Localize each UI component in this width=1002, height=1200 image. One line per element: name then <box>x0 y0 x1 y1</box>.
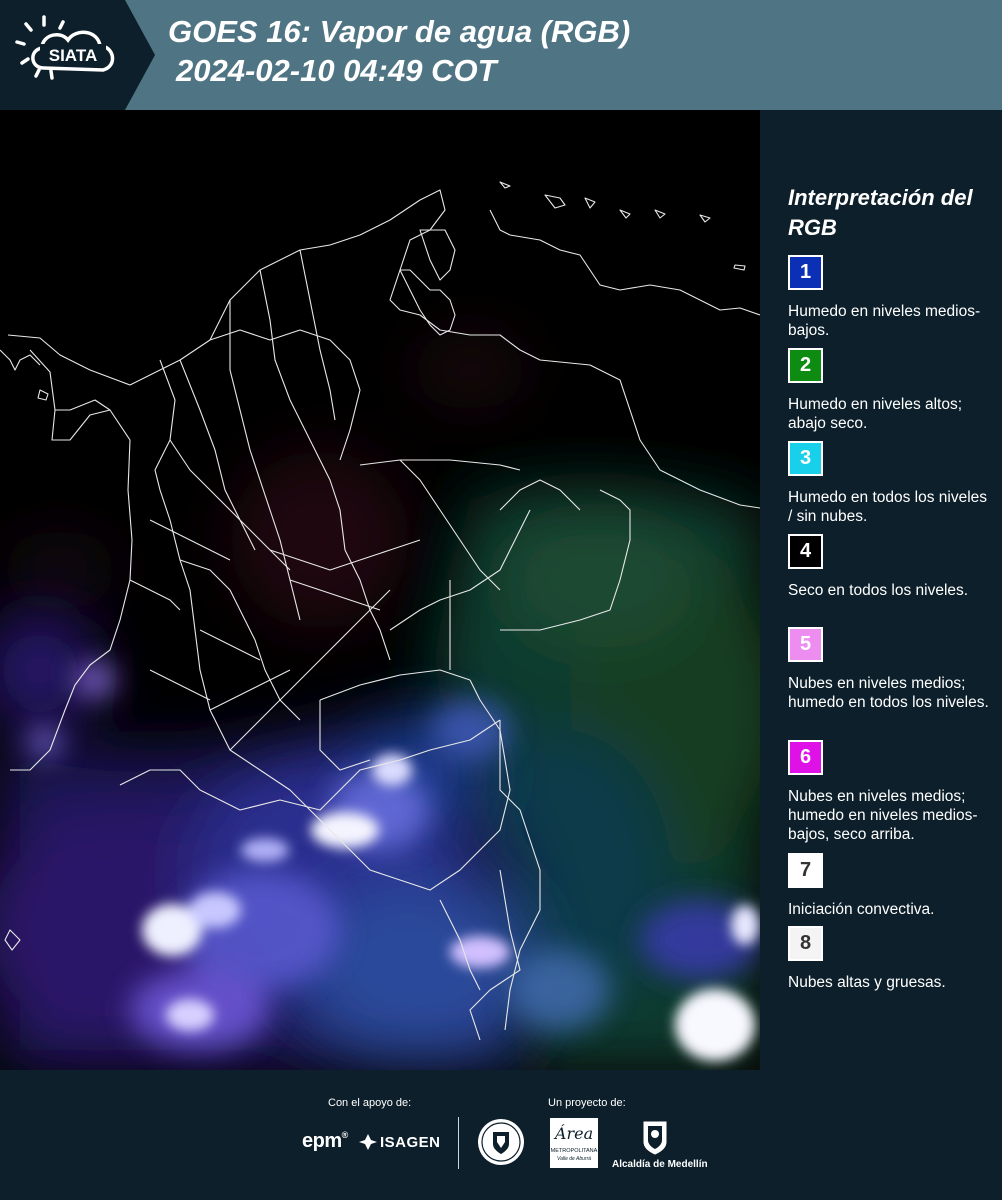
legend-swatch-7: 7 <box>788 853 823 888</box>
isagen-text: ISAGEN <box>380 1134 441 1151</box>
legend-item-1: 1 Humedo en niveles medios-bajos. <box>788 255 993 340</box>
legend-item-6: 6 Nubes en niveles medios; humedo en niv… <box>788 740 993 844</box>
timestamp: 2024-02-10 04:49 COT <box>176 53 497 88</box>
legend-item-4: 4 Seco en todos los niveles. <box>788 534 993 600</box>
alcaldia-text: Alcaldía de Medellín <box>612 1159 708 1170</box>
legend-item-3: 3 Humedo en todos los niveles / sin nube… <box>788 441 993 526</box>
legend-swatch-1: 1 <box>788 255 823 290</box>
legend-text-4: Seco en todos los niveles. <box>788 582 969 599</box>
legend-text-6: Nubes en niveles medios; humedo en nivel… <box>788 788 978 843</box>
siata-logo-text: SIATA <box>49 46 97 65</box>
legend-item-2: 2 Humedo en niveles altos; abajo seco. <box>788 348 993 433</box>
alcaldia-shield-logo <box>642 1120 668 1161</box>
area-metropolitana-logo: Área METROPOLITANA Valle de Aburrá <box>550 1118 598 1168</box>
legend-text-7: Iniciación convectiva. <box>788 901 935 918</box>
legend-swatch-5: 5 <box>788 627 823 662</box>
legend-text-5: Nubes en niveles medios; humedo en todos… <box>788 675 989 711</box>
siata-logo: SIATA <box>0 0 155 110</box>
legend-panel: Interpretación del RGB 1 Humedo en nivel… <box>760 110 1002 1070</box>
legend-text-8: Nubes altas y gruesas. <box>788 974 946 991</box>
legend-item-7: 7 Iniciación convectiva. <box>788 853 993 919</box>
legend-swatch-2: 2 <box>788 348 823 383</box>
legend-swatch-6: 6 <box>788 740 823 775</box>
legend-item-8: 8 Nubes altas y gruesas. <box>788 926 993 992</box>
legend-text-3: Humedo en todos los niveles / sin nubes. <box>788 489 988 525</box>
medellin-shield-icon <box>643 1121 667 1155</box>
isagen-logo <box>358 1132 378 1157</box>
legend-swatch-8: 8 <box>788 926 823 961</box>
project-label: Un proyecto de: <box>548 1097 626 1109</box>
page-title: GOES 16: Vapor de agua (RGB) <box>168 14 631 49</box>
legend-item-5: 5 Nubes en niveles medios; humedo en tod… <box>788 627 993 712</box>
satellite-map[interactable] <box>0 110 760 1070</box>
legend-text-2: Humedo en niveles altos; abajo seco. <box>788 396 963 432</box>
epm-logo: epm® <box>302 1130 348 1152</box>
legend-swatch-3: 3 <box>788 441 823 476</box>
water-vapor-map-icon <box>0 110 760 1070</box>
isagen-mark-icon <box>359 1134 377 1150</box>
university-seal-logo <box>477 1118 525 1171</box>
footer: Con el apoyo de: Un proyecto de: epm® IS… <box>0 1070 1002 1200</box>
legend-title: Interpretación del RGB <box>788 185 973 240</box>
header: SIATA GOES 16: Vapor de agua (RGB) 2024-… <box>0 0 1002 110</box>
support-label: Con el apoyo de: <box>328 1097 412 1109</box>
footer-divider <box>458 1117 459 1169</box>
legend-text-1: Humedo en niveles medios-bajos. <box>788 303 981 339</box>
legend-swatch-4: 4 <box>788 534 823 569</box>
